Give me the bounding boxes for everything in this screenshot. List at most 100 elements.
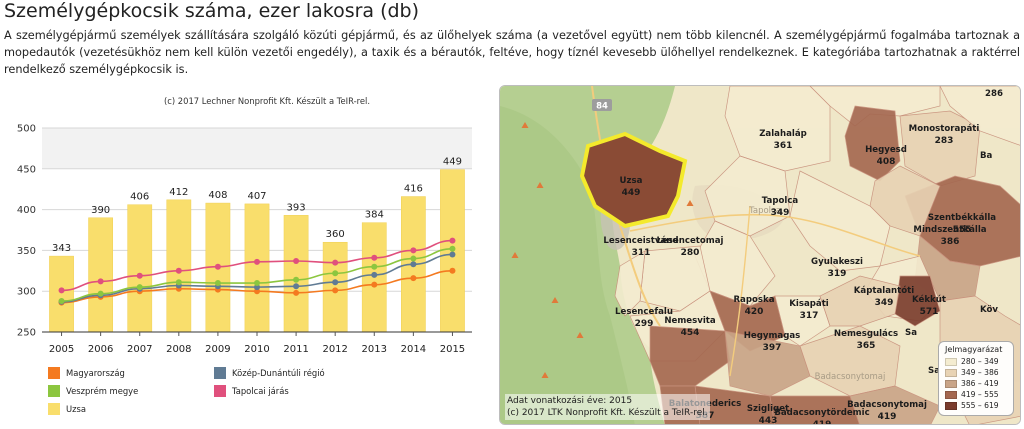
legend-item[interactable]: Közép-Dunántúli régió <box>214 367 325 379</box>
series-point[interactable] <box>332 287 339 294</box>
settlement-value: 420 <box>745 307 764 317</box>
edge-label: Ba <box>980 151 993 161</box>
legend-item[interactable]: Magyarország <box>48 367 125 379</box>
series-point[interactable] <box>371 271 378 278</box>
series-point[interactable] <box>293 276 300 283</box>
settlement-value: 419 <box>878 412 897 422</box>
series-point[interactable] <box>97 290 104 297</box>
settlement-value: 454 <box>681 328 700 338</box>
x-tick-label: 2008 <box>166 344 191 355</box>
settlement-name: Káptalantóti <box>854 285 915 296</box>
series-point[interactable] <box>97 278 104 285</box>
map-legend-row: 555 – 619 <box>945 400 1009 411</box>
map-caption-year: Adat vonatkozási éve: 2015 <box>507 396 633 406</box>
bar[interactable] <box>244 203 270 333</box>
settlement-value: 319 <box>828 269 847 279</box>
series-point[interactable] <box>58 287 65 294</box>
series-point[interactable] <box>410 247 417 254</box>
settlement-value: 349 <box>771 208 790 218</box>
x-tick-label: 2012 <box>322 344 347 355</box>
series-point[interactable] <box>371 281 378 288</box>
series-point[interactable] <box>371 254 378 261</box>
series-point[interactable] <box>254 280 260 287</box>
series-point[interactable] <box>175 267 182 274</box>
settlement-name: Szentbékkálla <box>928 212 996 223</box>
series-point[interactable] <box>410 255 417 262</box>
map-legend-row: 280 – 349 <box>945 356 1009 367</box>
settlement-name: Lesencetomaj <box>656 236 723 246</box>
settlement-name: Mindszentkálla <box>913 225 986 235</box>
bar-data-label: 384 <box>365 210 384 221</box>
x-tick-label: 2014 <box>401 344 426 355</box>
bar-data-label: 343 <box>52 243 71 254</box>
series-point[interactable] <box>175 279 182 286</box>
map-legend-swatch <box>945 379 957 388</box>
series-point[interactable] <box>332 279 339 286</box>
edge-label: Sa <box>905 328 917 338</box>
bar[interactable] <box>49 255 74 333</box>
settlement-name: Badacsonytördemic <box>774 408 869 418</box>
series-point[interactable] <box>332 259 339 266</box>
settlement-value: 299 <box>635 319 654 329</box>
series-point[interactable] <box>214 263 221 270</box>
settlement-map[interactable]: 84 Tapolca Badacsonytomaj Uzsa 449 Zalahaláp 3… <box>499 85 1021 425</box>
legend-label: Magyarország <box>66 368 125 378</box>
series-point[interactable] <box>214 280 221 287</box>
series-point[interactable] <box>254 258 260 265</box>
series-point[interactable] <box>410 275 417 282</box>
series-point[interactable] <box>293 258 300 265</box>
bar-data-label: 390 <box>91 205 110 216</box>
settlement-value: 397 <box>763 343 782 353</box>
bar-data-label: 393 <box>287 202 306 213</box>
bar[interactable] <box>166 199 192 333</box>
map-legend-row: 349 – 386 <box>945 367 1009 378</box>
map-legend-label: 555 – 619 <box>961 401 999 410</box>
settlement-value: 365 <box>857 341 876 351</box>
series-point[interactable] <box>136 272 143 279</box>
series-point[interactable] <box>449 267 456 274</box>
map-legend-label: 386 – 419 <box>961 379 999 388</box>
series-point[interactable] <box>449 245 456 252</box>
y-tick-label: 350 <box>17 246 36 257</box>
legend-item[interactable]: Uzsa <box>48 403 86 415</box>
settlement-value: 283 <box>935 136 954 146</box>
bar-data-label: 406 <box>130 192 149 203</box>
x-tick-label: 2011 <box>283 344 308 355</box>
bar[interactable] <box>127 204 153 333</box>
settlement-name: Uzsa <box>620 176 643 186</box>
settlement-name: Monostorapáti <box>909 124 980 134</box>
bar[interactable] <box>283 215 309 333</box>
settlement-name: Kisapáti <box>789 299 829 309</box>
series-point[interactable] <box>136 284 143 291</box>
map-legend-row: 386 – 419 <box>945 378 1009 389</box>
legend-item[interactable]: Veszprém megye <box>48 385 138 397</box>
series-point[interactable] <box>449 237 456 244</box>
series-point[interactable] <box>371 263 378 270</box>
settlement-name: Zalahaláp <box>759 129 807 139</box>
page-description: A személygépjármű személyek szállítására… <box>4 29 1020 76</box>
series-point[interactable] <box>293 289 300 296</box>
settlement-name: Nemesgulács <box>834 329 898 339</box>
series-point[interactable] <box>332 270 339 277</box>
settlement-name: Hegymagas <box>744 331 801 341</box>
settlement-value: 311 <box>632 248 651 258</box>
y-tick-label: 250 <box>17 328 36 339</box>
x-tick-label: 2007 <box>127 344 152 355</box>
legend-item[interactable]: Tapolcai járás <box>214 385 289 397</box>
series-point[interactable] <box>410 261 417 268</box>
legend-swatch <box>48 403 60 415</box>
bar-data-label: 360 <box>326 229 345 240</box>
bar[interactable] <box>322 241 348 333</box>
bar[interactable] <box>88 217 114 333</box>
series-point[interactable] <box>293 283 300 290</box>
road-shield-label: 84 <box>596 102 608 112</box>
chart-caption: (c) 2017 Lechner Nonprofit Kft. Készült … <box>164 96 370 106</box>
settlement-name: Raposka <box>733 295 774 305</box>
map-legend-label: 419 – 555 <box>961 390 999 399</box>
series-point[interactable] <box>58 297 65 304</box>
series-point[interactable] <box>449 251 456 258</box>
map-legend-title: Jelmagyarázat <box>945 345 1003 354</box>
legend-swatch <box>214 385 226 397</box>
map-legend-swatch <box>945 401 957 410</box>
y-tick-label: 450 <box>17 164 36 175</box>
